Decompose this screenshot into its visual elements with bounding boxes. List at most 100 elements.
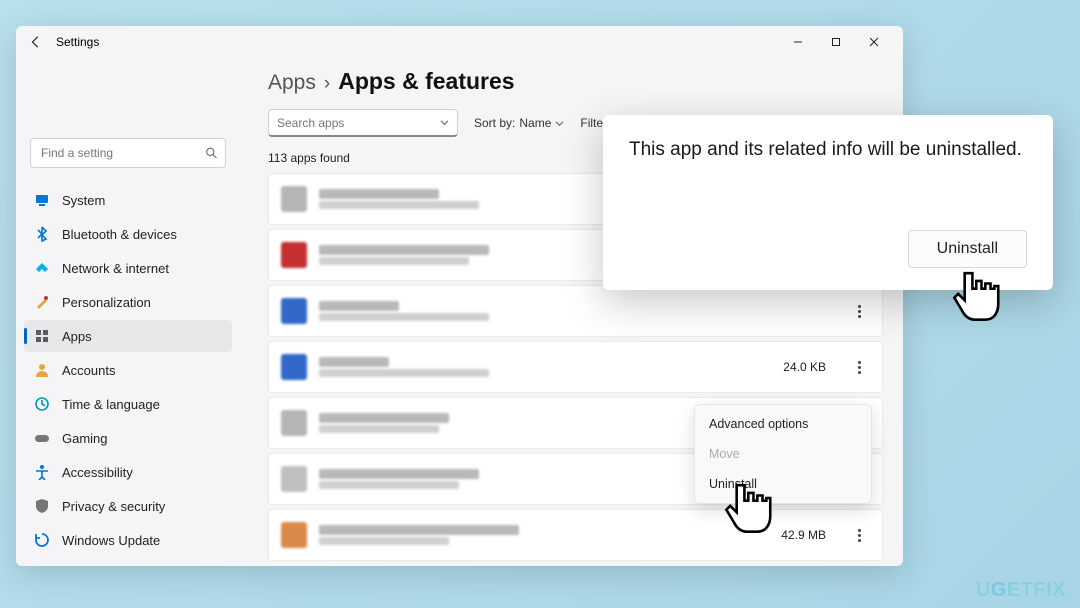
- sidebar-item-label: System: [62, 193, 105, 208]
- sidebar-item-apps[interactable]: Apps: [24, 320, 232, 352]
- sidebar-item-personalization[interactable]: Personalization: [24, 286, 232, 318]
- app-name-redacted: [319, 301, 399, 311]
- wifi-icon: [34, 260, 50, 276]
- app-icon: [281, 466, 307, 492]
- app-more-button[interactable]: [848, 524, 870, 546]
- sidebar-item-label: Privacy & security: [62, 499, 165, 514]
- gaming-icon: [34, 430, 50, 446]
- sidebar-item-time-language[interactable]: Time & language: [24, 388, 232, 420]
- sidebar-item-network-internet[interactable]: Network & internet: [24, 252, 232, 284]
- dialog-uninstall-button[interactable]: Uninstall: [908, 230, 1027, 268]
- breadcrumb-current: Apps & features: [338, 68, 514, 95]
- app-size: 24.0 KB: [783, 360, 826, 374]
- close-icon: [869, 37, 879, 47]
- maximize-icon: [831, 37, 841, 47]
- app-publisher-redacted: [319, 313, 489, 321]
- watermark: UGETFIX: [976, 579, 1066, 602]
- breadcrumb-parent[interactable]: Apps: [268, 71, 316, 95]
- app-row[interactable]: 42.9 MB: [268, 509, 883, 561]
- brush-icon: [34, 294, 50, 310]
- app-name-redacted: [319, 525, 519, 535]
- dialog-actions: Uninstall: [629, 230, 1027, 268]
- app-icon: [281, 522, 307, 548]
- search-icon: [205, 147, 218, 160]
- app-icon: [281, 354, 307, 380]
- sidebar-item-bluetooth-devices[interactable]: Bluetooth & devices: [24, 218, 232, 250]
- window-controls: [779, 29, 893, 55]
- settings-search-wrap: [30, 138, 226, 168]
- sidebar-item-label: Accessibility: [62, 465, 133, 480]
- close-button[interactable]: [855, 29, 893, 55]
- app-name-redacted: [319, 189, 439, 199]
- app-meta: [319, 469, 479, 489]
- app-row[interactable]: 24.0 KB: [268, 341, 883, 393]
- minimize-icon: [793, 37, 803, 47]
- app-meta: [319, 525, 519, 545]
- sidebar-item-label: Gaming: [62, 431, 108, 446]
- uninstall-dialog: This app and its related info will be un…: [603, 115, 1053, 290]
- maximize-button[interactable]: [817, 29, 855, 55]
- app-row[interactable]: [268, 285, 883, 337]
- minimize-button[interactable]: [779, 29, 817, 55]
- app-name-redacted: [319, 413, 449, 423]
- app-name-redacted: [319, 469, 479, 479]
- app-icon: [281, 186, 307, 212]
- cursor-hand-icon: [720, 480, 774, 542]
- system-icon: [34, 192, 50, 208]
- app-publisher-redacted: [319, 425, 439, 433]
- dialog-message: This app and its related info will be un…: [629, 137, 1027, 164]
- sidebar-item-label: Time & language: [62, 397, 160, 412]
- access-icon: [34, 464, 50, 480]
- breadcrumb: Apps › Apps & features: [268, 68, 883, 95]
- app-publisher-redacted: [319, 369, 489, 377]
- app-icon: [281, 298, 307, 324]
- app-icon: [281, 410, 307, 436]
- ctx-advanced-options[interactable]: Advanced options: [699, 409, 867, 439]
- sidebar-item-label: Network & internet: [62, 261, 169, 276]
- breadcrumb-separator: ›: [324, 73, 330, 95]
- sort-dropdown[interactable]: Sort by: Name: [474, 116, 564, 130]
- ctx-move: Move: [699, 439, 867, 469]
- app-more-button[interactable]: [848, 300, 870, 322]
- app-meta: [319, 413, 449, 433]
- titlebar: Settings: [16, 26, 903, 58]
- app-name-redacted: [319, 245, 489, 255]
- settings-search-input[interactable]: [30, 138, 226, 168]
- app-meta: [319, 301, 489, 321]
- person-icon: [34, 362, 50, 378]
- app-name-redacted: [319, 357, 389, 367]
- sidebar-item-privacy-security[interactable]: Privacy & security: [24, 490, 232, 522]
- app-publisher-redacted: [319, 201, 479, 209]
- sidebar-item-label: Apps: [62, 329, 92, 344]
- app-search-placeholder: Search apps: [277, 116, 344, 130]
- app-meta: [319, 357, 489, 377]
- arrow-left-icon: [29, 35, 43, 49]
- app-publisher-redacted: [319, 257, 469, 265]
- sidebar-item-system[interactable]: System: [24, 184, 232, 216]
- bluetooth-icon: [34, 226, 50, 242]
- sidebar-item-windows-update[interactable]: Windows Update: [24, 524, 232, 556]
- app-meta: [319, 245, 489, 265]
- chevron-down-icon: [555, 119, 564, 128]
- app-search-input[interactable]: Search apps: [268, 109, 458, 137]
- shield-icon: [34, 498, 50, 514]
- chevron-down-icon: [440, 118, 449, 127]
- sidebar-item-label: Personalization: [62, 295, 151, 310]
- window-title: Settings: [56, 35, 99, 49]
- app-publisher-redacted: [319, 481, 459, 489]
- sidebar-item-gaming[interactable]: Gaming: [24, 422, 232, 454]
- app-publisher-redacted: [319, 537, 449, 545]
- back-button[interactable]: [26, 32, 46, 52]
- update-icon: [34, 532, 50, 548]
- sidebar-item-label: Windows Update: [62, 533, 160, 548]
- app-icon: [281, 242, 307, 268]
- sidebar-item-accounts[interactable]: Accounts: [24, 354, 232, 386]
- clock-icon: [34, 396, 50, 412]
- app-more-button[interactable]: [848, 356, 870, 378]
- app-size: 42.9 MB: [781, 528, 826, 542]
- sidebar-nav: System Bluetooth & devices Network & inter…: [24, 184, 232, 556]
- sidebar: System Bluetooth & devices Network & inter…: [16, 58, 238, 566]
- sidebar-item-accessibility[interactable]: Accessibility: [24, 456, 232, 488]
- apps-icon: [34, 328, 50, 344]
- app-meta: [319, 189, 479, 209]
